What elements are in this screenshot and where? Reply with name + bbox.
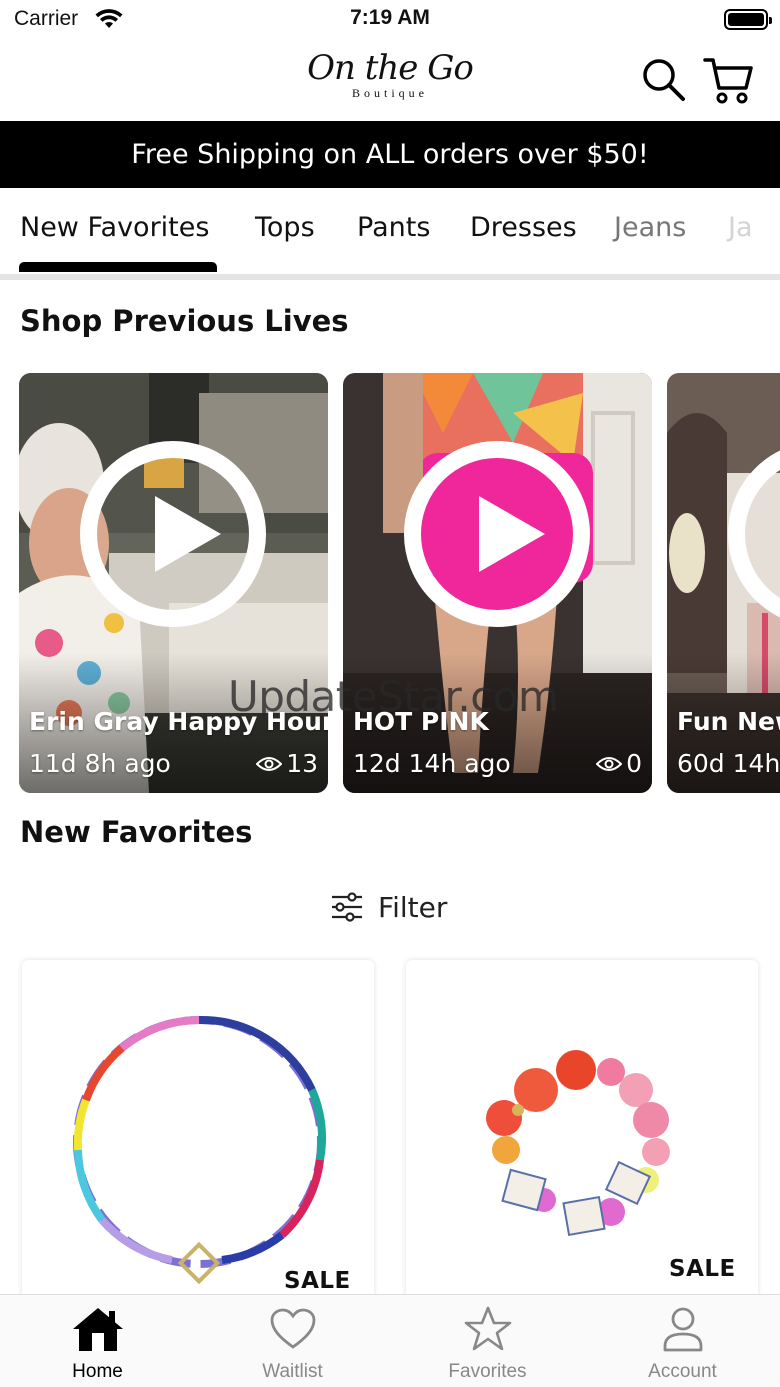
tab-new-favorites[interactable]: New Favorites [20,212,209,243]
nav-home[interactable]: Home [0,1303,195,1383]
live-title: Fun New [677,707,780,736]
play-button[interactable] [404,441,590,627]
live-card-hot-pink[interactable]: HOT PINK 12d 14h ago 0 [343,373,652,793]
status-bar: Carrier 7:19 AM [0,0,780,40]
cart-icon [703,58,753,104]
filter-label: Filter [378,890,448,924]
user-icon [663,1307,702,1352]
home-icon [72,1308,123,1351]
logo-subtitle: Boutique [352,86,428,100]
live-time: 12d 14h ago [353,749,511,778]
search-icon [643,59,685,101]
brand-logo[interactable]: On the Go Boutique [300,48,480,101]
live-card-fun-new[interactable]: Fun New 60d 14h [667,373,780,793]
active-tab-indicator [19,262,217,272]
nav-home-label: Home [72,1361,123,1382]
favorites-section-title: New Favorites [20,815,253,849]
tab-ja[interactable]: Ja [728,212,753,243]
logo-script: On the Go [307,48,474,88]
lives-section-title: Shop Previous Lives [20,304,349,338]
tab-jeans[interactable]: Jeans [614,212,686,243]
app-header: On the Go Boutique [0,40,780,121]
nav-waitlist[interactable]: Waitlist [195,1303,390,1383]
filter-button[interactable]: Filter [330,885,447,929]
nav-favorites-label: Favorites [448,1361,527,1382]
live-views: 0 [596,749,642,778]
category-tabs: New Favorites Tops Pants Dresses Jeans J… [0,188,780,274]
tabs-divider [0,274,780,280]
search-button[interactable] [640,56,686,102]
eye-icon [256,756,283,771]
heart-icon [270,1308,315,1349]
live-views: 13 [256,749,318,778]
live-card-erin-gray[interactable]: Erin Gray Happy Hour 11d 8h ago 13 [19,373,328,793]
sale-badge: SALE [284,1268,351,1294]
product-image [73,1015,326,1285]
play-button[interactable] [80,441,266,627]
lives-carousel[interactable]: Erin Gray Happy Hour 11d 8h ago 13 HOT P… [0,373,780,793]
product-card-bracelet[interactable]: SALE [406,960,758,1320]
bottom-nav: Home Waitlist Favorites Account [0,1294,780,1387]
promo-banner: Free Shipping on ALL orders over $50! [0,121,780,188]
clock: 7:19 AM [350,6,430,29]
cart-button[interactable] [702,54,754,106]
nav-account[interactable]: Account [585,1303,780,1383]
nav-waitlist-label: Waitlist [262,1361,323,1382]
filter-icon [332,892,362,922]
live-time: 11d 8h ago [29,749,171,778]
eye-icon [596,756,623,771]
play-icon [155,496,221,572]
star-icon [464,1306,511,1351]
tab-tops[interactable]: Tops [255,212,315,243]
nav-account-label: Account [648,1361,717,1382]
watermark: UpdateStar.com [228,672,559,721]
live-views-count: 13 [286,749,318,778]
tab-dresses[interactable]: Dresses [470,212,577,243]
live-views-count: 0 [626,749,642,778]
play-icon [479,496,545,572]
nav-favorites[interactable]: Favorites [390,1303,585,1383]
battery-icon [724,9,772,30]
live-time: 60d 14h [677,749,780,778]
tab-pants[interactable]: Pants [357,212,430,243]
product-card-necklace[interactable]: SALE [22,960,374,1320]
sale-badge: SALE [669,1256,736,1282]
